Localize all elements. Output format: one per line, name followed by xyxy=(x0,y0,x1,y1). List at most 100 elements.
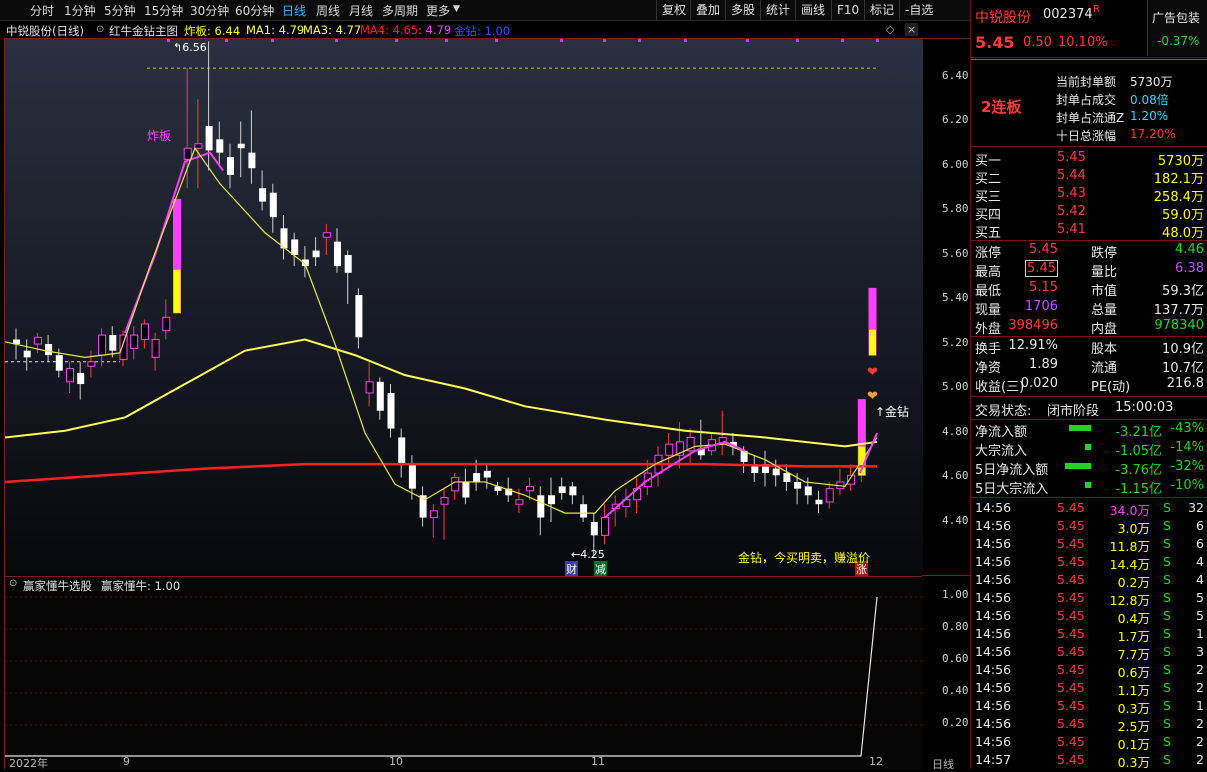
date-axis-oct: 10 xyxy=(389,755,403,768)
remove-watchlist-button[interactable]: -自选 xyxy=(899,0,970,20)
stat-row: 外盘 398496 内盘 978340 xyxy=(971,317,1207,337)
bid-row[interactable]: 买四 5.42 59.0万 xyxy=(971,203,1207,223)
tab-multi-period[interactable]: 多周期 xyxy=(382,2,418,19)
bid-row[interactable]: 买三 5.43 258.4万 xyxy=(971,185,1207,205)
tab-weekly[interactable]: 周线 xyxy=(316,2,340,19)
fund-label: 股本 xyxy=(1091,342,1118,357)
trade-volume: 0.3万 xyxy=(1117,755,1150,770)
indicator-name[interactable]: 红牛金钻主图 xyxy=(109,23,178,39)
trade-price: 5.45 xyxy=(1057,554,1085,569)
tab-monthly[interactable]: 月线 xyxy=(349,2,373,19)
statistics-button[interactable]: 统计 xyxy=(760,0,795,20)
trade-price: 5.45 xyxy=(1057,680,1085,695)
sub-indicator-value: 赢家懂牛: 1.00 xyxy=(101,579,181,593)
trade-time: 14:56 xyxy=(975,626,1012,641)
jinzuan-tag: ↑金钻 xyxy=(875,405,910,419)
axis-tick: 0.80 xyxy=(942,620,969,633)
sub-indicator-name[interactable]: 赢家懂牛选股 xyxy=(23,578,92,594)
stat-label: 跌停 xyxy=(1091,246,1118,261)
trade-side: S xyxy=(1163,644,1171,659)
zhaban-value: 炸板: 6.44 xyxy=(184,24,241,38)
seal-label: 当前封单额 xyxy=(1056,75,1117,89)
trade-row: 14:56 5.45 0.4万 S 5 xyxy=(971,607,1207,626)
signal-dot xyxy=(560,39,563,42)
bid-row[interactable]: 买五 5.41 48.0万 xyxy=(971,221,1207,241)
axis-tick: 5.20 xyxy=(942,336,969,349)
candle-body xyxy=(815,499,823,505)
trade-count: 3 xyxy=(1196,644,1204,659)
diamond-signal-icon: ❤ xyxy=(867,365,878,380)
collapse-icon[interactable]: ⊙ xyxy=(9,578,17,589)
trade-time: 14:56 xyxy=(975,590,1012,605)
tab-5min[interactable]: 5分钟 xyxy=(104,2,136,19)
signal-dot xyxy=(603,39,606,42)
tab-60min[interactable]: 60分钟 xyxy=(235,2,274,19)
candle-body xyxy=(227,157,234,175)
fuquan-button[interactable]: 复权 xyxy=(656,0,691,20)
flow-pct: -32% xyxy=(1170,459,1204,474)
signal-dot xyxy=(841,39,844,42)
bid-row[interactable]: 买二 5.44 182.1万 xyxy=(971,167,1207,187)
tab-30min[interactable]: 30分钟 xyxy=(190,2,229,19)
flow-row: 5日净流入额 -3.76亿 -32% xyxy=(971,458,1207,478)
trade-count: 2 xyxy=(1196,734,1204,749)
draw-line-button[interactable]: 画线 xyxy=(795,0,830,20)
axis-tick: 5.80 xyxy=(942,202,969,215)
jian-tag[interactable]: 减 xyxy=(594,561,607,577)
last-price: 5.45 xyxy=(975,33,1015,52)
candle-body xyxy=(77,372,85,385)
tab-1min[interactable]: 1分钟 xyxy=(64,2,96,19)
trade-time: 14:56 xyxy=(975,698,1012,713)
flow-row: 大宗流入 -1.05亿 -14% xyxy=(971,439,1207,459)
candle-body xyxy=(590,522,598,536)
trade-count: 1 xyxy=(1196,626,1204,641)
main-kline-chart[interactable]: ↰6.56 炸板 ←4.25 财 减 涨 ↑金钻 金钻，今买明卖，赚溢价 ❤ ❤ xyxy=(4,38,923,577)
trade-count: 2 xyxy=(1196,716,1204,731)
mark-button[interactable]: 标记 xyxy=(864,0,899,20)
flow-pct: -14% xyxy=(1170,440,1204,455)
overlay-button[interactable]: 叠加 xyxy=(690,0,725,20)
tab-fenshi[interactable]: 分时 xyxy=(30,2,54,19)
collapse-icon[interactable]: ⊙ xyxy=(96,24,104,35)
chart-stock-title: 中锐股份(日线) xyxy=(6,24,84,38)
candle-body xyxy=(548,495,555,505)
high-price-value: 6.56 xyxy=(182,41,207,54)
diamond-icon[interactable]: ◇ xyxy=(886,23,894,36)
trade-price: 5.45 xyxy=(1057,536,1085,551)
candle-body xyxy=(344,255,352,273)
stat-label: 最高 xyxy=(975,265,1002,280)
tab-more[interactable]: 更多 xyxy=(426,2,450,19)
signal-dot xyxy=(335,39,338,42)
fund-value: 10.9亿 xyxy=(1162,342,1204,357)
candle-body xyxy=(804,486,812,496)
stat-value: 59.3亿 xyxy=(1162,284,1204,299)
candle-body xyxy=(429,510,438,519)
seal-label: 封单占成交 xyxy=(1056,93,1117,107)
axis-tick: 6.40 xyxy=(942,69,969,82)
multi-stock-button[interactable]: 多股 xyxy=(725,0,760,20)
candle-body xyxy=(45,344,53,356)
flow-value: -1.05亿 xyxy=(1115,444,1162,459)
close-icon[interactable]: × xyxy=(905,23,919,36)
flow-value: -3.76亿 xyxy=(1115,463,1162,478)
axis-tick: 4.80 xyxy=(942,425,969,438)
fund-value: 12.91% xyxy=(1008,338,1058,353)
candle-body xyxy=(462,481,470,498)
seal-label: 十日总涨幅 xyxy=(1056,129,1117,143)
signal-dot xyxy=(746,39,749,42)
tab-15min[interactable]: 15分钟 xyxy=(144,2,183,19)
trade-row: 14:56 5.45 12.8万 S 5 xyxy=(971,589,1207,608)
fund-row: 净资 1.89 流通 10.7亿 xyxy=(971,356,1207,376)
stat-value: 1706 xyxy=(1024,299,1058,314)
axis-tick: 4.60 xyxy=(942,469,969,482)
sub-indicator-chart[interactable]: ⊙ 赢家懂牛选股 赢家懂牛: 1.00 2022年 9 10 11 12 xyxy=(4,576,923,770)
bid-row[interactable]: 买一 5.45 5730万 xyxy=(971,149,1207,169)
sub-indicator-svg xyxy=(5,577,923,770)
price-pct: 10.10% xyxy=(1058,35,1108,50)
f10-button[interactable]: F10 xyxy=(831,0,864,20)
fund-label: PE(动) xyxy=(1091,380,1131,395)
cai-tag[interactable]: 财 xyxy=(565,561,578,577)
chevron-down-icon[interactable]: ▼ xyxy=(453,4,460,14)
fund-label: 流通 xyxy=(1091,361,1118,376)
tab-daily[interactable]: 日线 xyxy=(282,2,306,19)
